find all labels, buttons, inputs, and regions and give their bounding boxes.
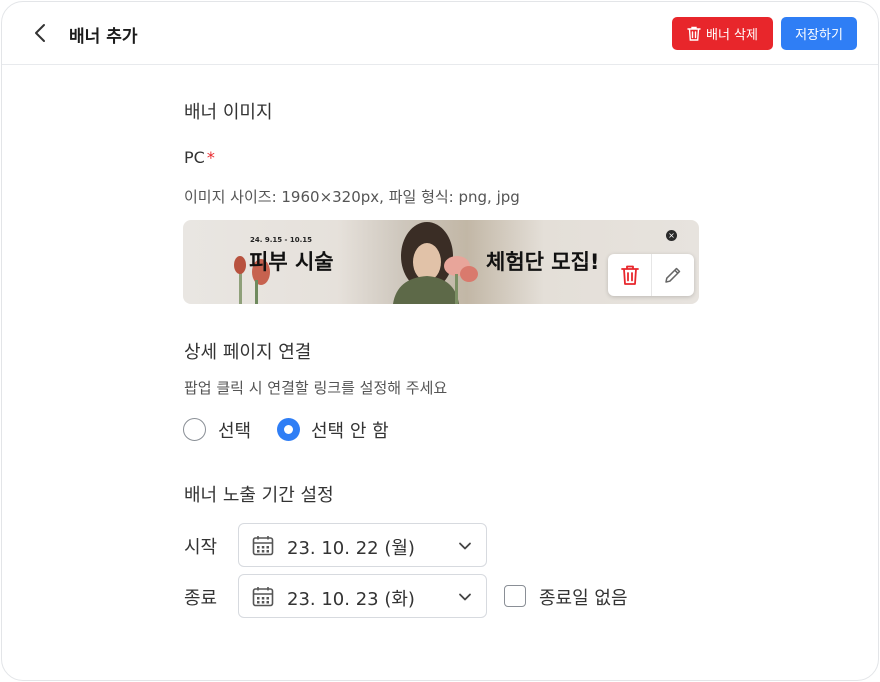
radio-no-select-label[interactable]: 선택 안 함 — [311, 417, 389, 443]
trash-icon — [687, 26, 701, 41]
radio-no-select[interactable] — [277, 418, 300, 441]
pc-label: PC * — [184, 148, 215, 167]
end-date-value: 23. 10. 23 (화) — [287, 589, 415, 610]
chevron-down-icon — [459, 593, 471, 601]
banner-headline-left: 피부 시술 — [249, 250, 334, 274]
delete-banner-label: 배너 삭제 — [706, 28, 758, 43]
no-end-date-checkbox[interactable] — [504, 585, 526, 607]
calendar-icon — [252, 536, 274, 556]
banner-image-section-title: 배너 이미지 — [184, 102, 273, 123]
end-date-label: 종료 — [184, 588, 218, 609]
image-size-hint: 이미지 사이즈: 1960×320px, 파일 형식: png, jpg — [184, 188, 520, 206]
detail-link-section-title: 상세 페이지 연결 — [184, 342, 312, 363]
calendar-icon — [252, 587, 274, 607]
banner-headline-right: 체험단 모집! — [486, 250, 600, 274]
start-date-value: 23. 10. 22 (월) — [287, 538, 415, 559]
delete-image-button[interactable] — [608, 254, 651, 296]
page-title: 배너 추가 — [69, 27, 138, 47]
save-label: 저장하기 — [795, 28, 843, 43]
pencil-icon — [665, 267, 681, 283]
period-section-title: 배너 노출 기간 설정 — [184, 485, 334, 506]
close-icon[interactable]: × — [666, 230, 677, 241]
detail-link-hint: 팝업 클릭 시 연결할 링크를 설정해 주세요 — [184, 379, 448, 397]
delete-banner-button[interactable]: 배너 삭제 — [672, 17, 773, 50]
banner-editor-card: 배너 추가 배너 삭제 저장하기 배너 이미지 PC * 이미지 사이즈: 196… — [1, 1, 879, 681]
start-date-select[interactable]: 23. 10. 22 (월) — [238, 523, 487, 567]
edit-image-button[interactable] — [651, 254, 694, 296]
pc-label-text: PC — [184, 148, 205, 167]
back-button[interactable] — [28, 20, 54, 46]
banner-date-text: 24. 9.15 - 10.15 — [250, 236, 313, 244]
save-button[interactable]: 저장하기 — [781, 17, 857, 50]
start-date-label: 시작 — [184, 537, 218, 558]
radio-select-label[interactable]: 선택 — [218, 417, 251, 443]
banner-image-tools — [608, 254, 694, 296]
banner-image-preview: 24. 9.15 - 10.15 피부 시술 체험단 모집! × — [183, 220, 699, 304]
chevron-down-icon — [459, 542, 471, 550]
page-header: 배너 추가 배너 삭제 저장하기 — [2, 2, 878, 65]
required-mark: * — [206, 148, 215, 167]
end-date-select[interactable]: 23. 10. 23 (화) — [238, 574, 487, 618]
chevron-left-icon — [35, 24, 45, 42]
radio-select[interactable] — [183, 418, 206, 441]
no-end-date-label[interactable]: 종료일 없음 — [539, 584, 628, 610]
trash-icon — [620, 265, 639, 285]
